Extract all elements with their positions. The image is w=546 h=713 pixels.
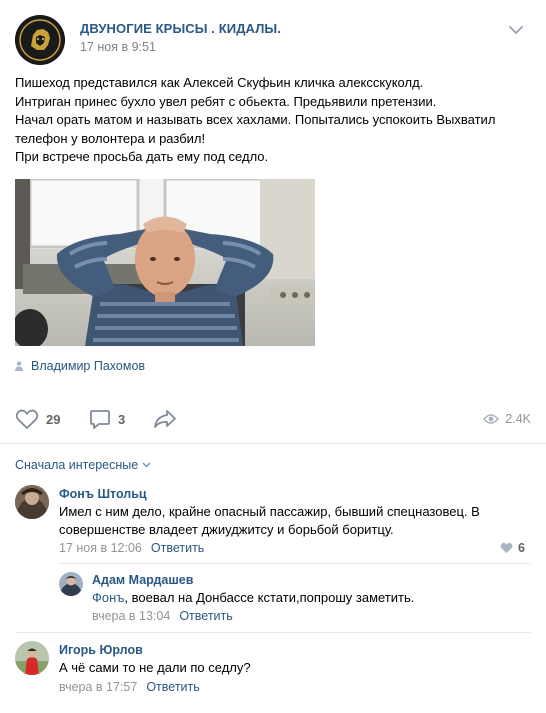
post-actions: 29 3 2.4K: [15, 405, 531, 433]
like-button[interactable]: 29: [15, 405, 60, 433]
divider: [59, 563, 531, 564]
post-text-line: При встрече просьба дать ему под седло.: [15, 149, 269, 164]
avatar-image: [59, 572, 83, 596]
group-name-link[interactable]: ДВУНОГИЕ КРЫСЫ . КИДАЛЫ.: [80, 21, 281, 36]
post-date[interactable]: 17 ноя в 9:51: [80, 40, 156, 54]
comment-text-line: совершенстве владеет джиуджитсу и борьбо…: [59, 522, 394, 537]
divider: [15, 632, 531, 633]
comment-date[interactable]: вчера в 13:04: [92, 609, 170, 623]
comment-author[interactable]: Фонъ Штольц: [59, 487, 147, 501]
avatar[interactable]: [15, 485, 49, 519]
comment-icon: [90, 410, 110, 429]
reply-button[interactable]: Ответить: [179, 609, 232, 623]
comment-likes-count: 6: [518, 541, 525, 555]
reply-button[interactable]: Ответить: [151, 541, 204, 555]
post-header: ДВУНОГИЕ КРЫСЫ . КИДАЛЫ. 17 ноя в 9:51: [15, 15, 535, 65]
avatar[interactable]: [59, 572, 83, 596]
heart-icon: [500, 542, 513, 553]
photo-man-hands-behind-head: [15, 179, 315, 346]
comment-like-button[interactable]: 6: [500, 541, 525, 555]
chevron-down-icon: [142, 462, 151, 468]
post-text: Пишеход представился как Алексей Скуфьин…: [15, 74, 535, 167]
avatar-image: [15, 485, 49, 519]
comment-date[interactable]: 17 ноя в 12:06: [59, 541, 142, 555]
reply-button[interactable]: Ответить: [146, 680, 199, 694]
comment-button[interactable]: 3: [89, 405, 125, 433]
post-author[interactable]: Владимир Пахомов: [15, 358, 145, 374]
chevron-down-icon: [509, 26, 523, 35]
lion-logo-icon: [15, 15, 65, 65]
comment-meta: вчера в 13:04 Ответить: [92, 609, 233, 623]
group-avatar[interactable]: [15, 15, 65, 65]
comment-author[interactable]: Игорь Юрлов: [59, 643, 143, 657]
wall-post: ДВУНОГИЕ КРЫСЫ . КИДАЛЫ. 17 ноя в 9:51 П…: [0, 0, 546, 713]
sort-label: Сначала интересные: [15, 458, 139, 472]
comment-meta: 17 ноя в 12:06 Ответить: [59, 541, 204, 555]
post-text-line: Интриган принес бухло увел ребят с обьек…: [15, 93, 437, 109]
person-icon: [15, 361, 23, 371]
comment-meta: вчера в 17:57 Ответить: [59, 680, 200, 694]
comment-reply-item: Адам Мардашев Фонъ, воевал на Донбассе к…: [59, 572, 531, 624]
likes-count: 29: [46, 411, 61, 427]
share-icon: [154, 410, 176, 428]
post-text-line: Пишеход представился как Алексей Скуфьин…: [15, 75, 424, 90]
comment-text: Имел с ним дело, крайне опасный пассажир…: [59, 503, 480, 539]
share-button[interactable]: [152, 405, 178, 433]
avatar-image: [15, 641, 49, 675]
post-author-name[interactable]: Владимир Пахомов: [31, 359, 145, 373]
eye-icon: [483, 414, 500, 424]
post-text-line: Начал орать матом и называть всех хахлам…: [15, 112, 496, 127]
comment-text-line: Имел с ним дело, крайне опасный пассажир…: [59, 504, 480, 519]
comment-author[interactable]: Адам Мардашев: [92, 573, 193, 587]
heart-icon: [15, 409, 39, 429]
comment-text-body: , воевал на Донбассе кстати,попрошу заме…: [124, 590, 415, 605]
divider: [0, 443, 546, 444]
comments-sort-toggle[interactable]: Сначала интересные: [15, 458, 151, 472]
post-text-line: телефон у волонтера и разбил!: [15, 130, 206, 146]
avatar[interactable]: [15, 641, 49, 675]
views-counter: 2.4K: [483, 405, 531, 433]
comment-date[interactable]: вчера в 17:57: [59, 680, 137, 694]
views-count: 2.4K: [505, 412, 531, 426]
comment-text: Фонъ, воевал на Донбассе кстати,попрошу …: [92, 589, 414, 607]
post-menu-chevron[interactable]: [507, 23, 525, 37]
comment-item: Фонъ Штольц Имел с ним дело, крайне опас…: [15, 485, 531, 557]
comment-item: Игорь Юрлов А чё сами то не дали по седл…: [15, 641, 531, 697]
post-photo[interactable]: [15, 179, 315, 346]
mention-link[interactable]: Фонъ: [92, 590, 124, 605]
comment-text: А чё сами то не дали по седлу?: [59, 660, 251, 675]
comments-count: 3: [118, 411, 126, 427]
